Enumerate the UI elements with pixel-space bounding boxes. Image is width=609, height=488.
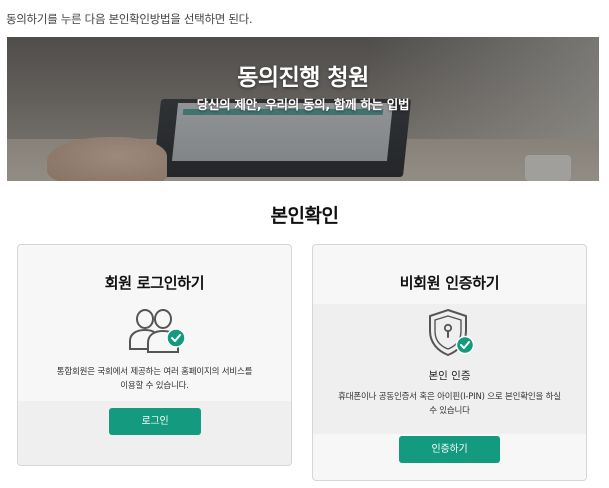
intro-text: 동의하기를 누른 다음 본인확인방법을 선택하면 된다. [6, 12, 253, 26]
hero-banner: 동의진행 청원 당신의 제안, 우리의 동의, 함께 하는 입법 [7, 37, 599, 181]
users-check-icon [128, 308, 188, 354]
shield-lock-check-icon [426, 307, 476, 359]
section-title: 본인확인 [270, 205, 339, 227]
member-login-card: 회원 로그인하기 통합회원은 국회에서 제공하는 여러 홈페이지의 서비스를 이… [17, 244, 292, 466]
guest-verify-card: 비회원 인증하기 본인 인증 휴대폰이나 공동인증서 혹은 아이핀(I-PIN)… [312, 244, 587, 481]
member-card-description: 통합회원은 국회에서 제공하는 여러 홈페이지의 서비스를 이용할 수 있습니다… [56, 367, 253, 391]
login-button[interactable]: 로그인 [109, 408, 201, 435]
banner-subtitle: 당신의 제안, 우리의 동의, 함께 하는 입법 [196, 97, 410, 112]
guest-card-label: 본인 인증 [428, 370, 471, 382]
guest-card-description: 휴대폰이나 공동인증서 혹은 아이핀(I-PIN) 으로 본인확인을 하실 수 … [338, 392, 561, 416]
guest-card-title: 비회원 인증하기 [399, 274, 500, 292]
banner-title: 동의진행 청원 [237, 65, 369, 91]
verify-button[interactable]: 인증하기 [399, 436, 500, 463]
member-card-title: 회원 로그인하기 [104, 274, 205, 292]
